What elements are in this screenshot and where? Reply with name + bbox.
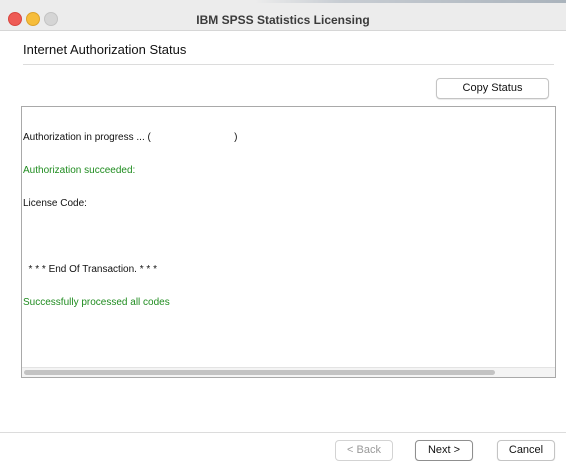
- horizontal-scrollbar-thumb[interactable]: [24, 370, 495, 375]
- page-heading: Internet Authorization Status: [23, 42, 187, 57]
- window-title: IBM SPSS Statistics Licensing: [196, 13, 370, 27]
- status-line-end-of-transaction: * * * End Of Transaction. * * *: [23, 264, 157, 275]
- status-line-authorization-progress: Authorization in progress ... ( ): [23, 132, 238, 143]
- status-lines: Authorization in progress ... ( ) Author…: [23, 110, 238, 330]
- copy-status-button[interactable]: Copy Status: [436, 78, 549, 99]
- status-line-authorization-succeeded: Authorization succeeded:: [23, 165, 136, 176]
- header-divider: [23, 64, 554, 65]
- status-line-blank: [23, 231, 238, 242]
- licensing-window: IBM SPSS Statistics Licensing Internet A…: [0, 0, 566, 461]
- horizontal-scrollbar[interactable]: [22, 367, 555, 377]
- title-bar-accent: [0, 0, 566, 3]
- title-bar[interactable]: IBM SPSS Statistics Licensing: [0, 0, 566, 31]
- status-line-processed-all-codes: Successfully processed all codes: [23, 297, 170, 308]
- footer-divider: [0, 432, 566, 433]
- status-line-license-code: License Code:: [23, 198, 87, 209]
- status-text-area[interactable]: Authorization in progress ... ( ) Author…: [21, 106, 556, 378]
